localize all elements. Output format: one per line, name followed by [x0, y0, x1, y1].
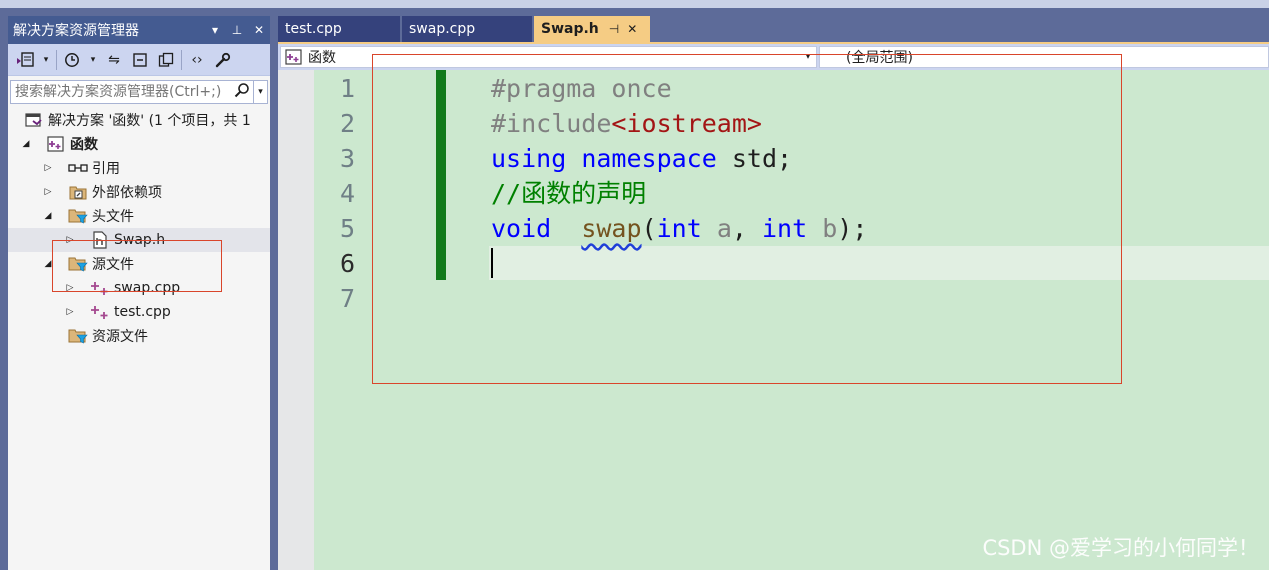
external-deps-icon — [68, 183, 88, 201]
tree-item-project[interactable]: ◢ 函数 — [8, 132, 270, 156]
project-icon — [46, 135, 66, 153]
tree-item-label: 头文件 — [92, 209, 134, 225]
chevron-down-icon[interactable]: ▾ — [40, 49, 52, 71]
collapse-all-icon[interactable] — [129, 49, 151, 71]
collapsed-arrow-icon[interactable]: ▷ — [64, 307, 76, 317]
solution-explorer-titlebar: 解决方案资源管理器 ▾ ⊥ ✕ — [8, 16, 270, 44]
solution-explorer-title: 解决方案资源管理器 — [13, 23, 139, 39]
wrench-icon[interactable] — [212, 49, 234, 71]
solution-explorer-toolbar: ▾ ▾ ⇋ ‹› — [8, 44, 270, 76]
pin-icon[interactable]: ⊣ — [609, 22, 619, 36]
chevron-down-icon[interactable]: ▾ — [253, 81, 267, 103]
tree-item-label: 引用 — [92, 161, 120, 177]
toolbar-divider — [181, 49, 182, 70]
sync-vs-icon[interactable] — [14, 49, 36, 71]
references-icon — [68, 159, 88, 177]
tree-item-references[interactable]: ▷ 引用 — [8, 156, 270, 180]
watermark: CSDN @爱学习的小何同学！ — [982, 536, 1259, 560]
dropdown-icon[interactable]: ▾ — [204, 23, 226, 37]
solution-explorer-panel: 解决方案资源管理器 ▾ ⊥ ✕ ▾ ▾ ⇋ ‹› ▾ — [8, 16, 270, 570]
document-tabs: test.cpp swap.cpp Swap.h ⊣ ✕ — [278, 16, 1269, 42]
search-input[interactable] — [11, 82, 231, 102]
tree-item-label: 外部依赖项 — [92, 185, 162, 201]
close-icon[interactable]: ✕ — [627, 22, 637, 36]
close-icon[interactable]: ✕ — [248, 23, 270, 37]
solution-explorer-search: ▾ — [10, 80, 268, 104]
tab-swap-cpp[interactable]: swap.cpp — [402, 16, 532, 42]
history-icon[interactable] — [61, 49, 83, 71]
tree-item-label: test.cpp — [114, 304, 171, 320]
collapsed-arrow-icon[interactable]: ▷ — [42, 187, 54, 197]
annotation-box — [372, 54, 1122, 384]
tree-item-solution[interactable]: 解决方案 '函数' (1 个项目，共 1 — [8, 108, 270, 132]
filter-folder-icon — [68, 207, 88, 225]
switch-views-icon[interactable]: ⇋ — [103, 49, 125, 71]
tree-item-header-files[interactable]: ◢ 头文件 — [8, 204, 270, 228]
collapsed-arrow-icon[interactable]: ▷ — [42, 163, 54, 173]
code-editor[interactable]: 1 2 3 4 5 6 7 #pragma once #include<iost… — [278, 54, 1269, 570]
tab-swap-h[interactable]: Swap.h ⊣ ✕ — [534, 16, 650, 42]
top-strip — [0, 0, 1269, 8]
tab-test-cpp[interactable]: test.cpp — [278, 16, 400, 42]
tab-label: swap.cpp — [409, 21, 476, 37]
tree-item-label: 解决方案 '函数' (1 个项目，共 1 — [48, 113, 251, 129]
show-all-files-icon[interactable] — [155, 49, 177, 71]
annotation-box — [52, 240, 222, 292]
tree-item-label: 函数 — [70, 137, 98, 153]
project-icon — [284, 48, 304, 66]
editor-margin — [278, 70, 314, 570]
cpp-file-icon — [90, 303, 110, 321]
tree-item-resource-files[interactable]: 资源文件 — [8, 324, 270, 348]
tab-label: test.cpp — [285, 21, 342, 37]
filter-folder-icon — [68, 327, 88, 345]
tree-item-external-deps[interactable]: ▷ 外部依赖项 — [8, 180, 270, 204]
view-code-icon[interactable]: ‹› — [186, 49, 208, 71]
search-icon[interactable] — [231, 82, 253, 102]
tree-item-test-cpp[interactable]: ▷ test.cpp — [8, 300, 270, 324]
solution-icon — [24, 111, 44, 129]
toolbar-divider — [56, 49, 57, 70]
pin-icon[interactable]: ⊥ — [226, 23, 248, 37]
expanded-arrow-icon[interactable]: ◢ — [42, 211, 54, 221]
solution-tree: 解决方案 '函数' (1 个项目，共 1 ◢ 函数 ▷ 引用 ▷ 外部依赖项 ◢ — [8, 108, 270, 348]
tree-item-label: 资源文件 — [92, 329, 148, 345]
tab-label: Swap.h — [541, 21, 599, 37]
expanded-arrow-icon[interactable]: ◢ — [20, 139, 32, 149]
chevron-down-icon[interactable]: ▾ — [87, 49, 99, 71]
